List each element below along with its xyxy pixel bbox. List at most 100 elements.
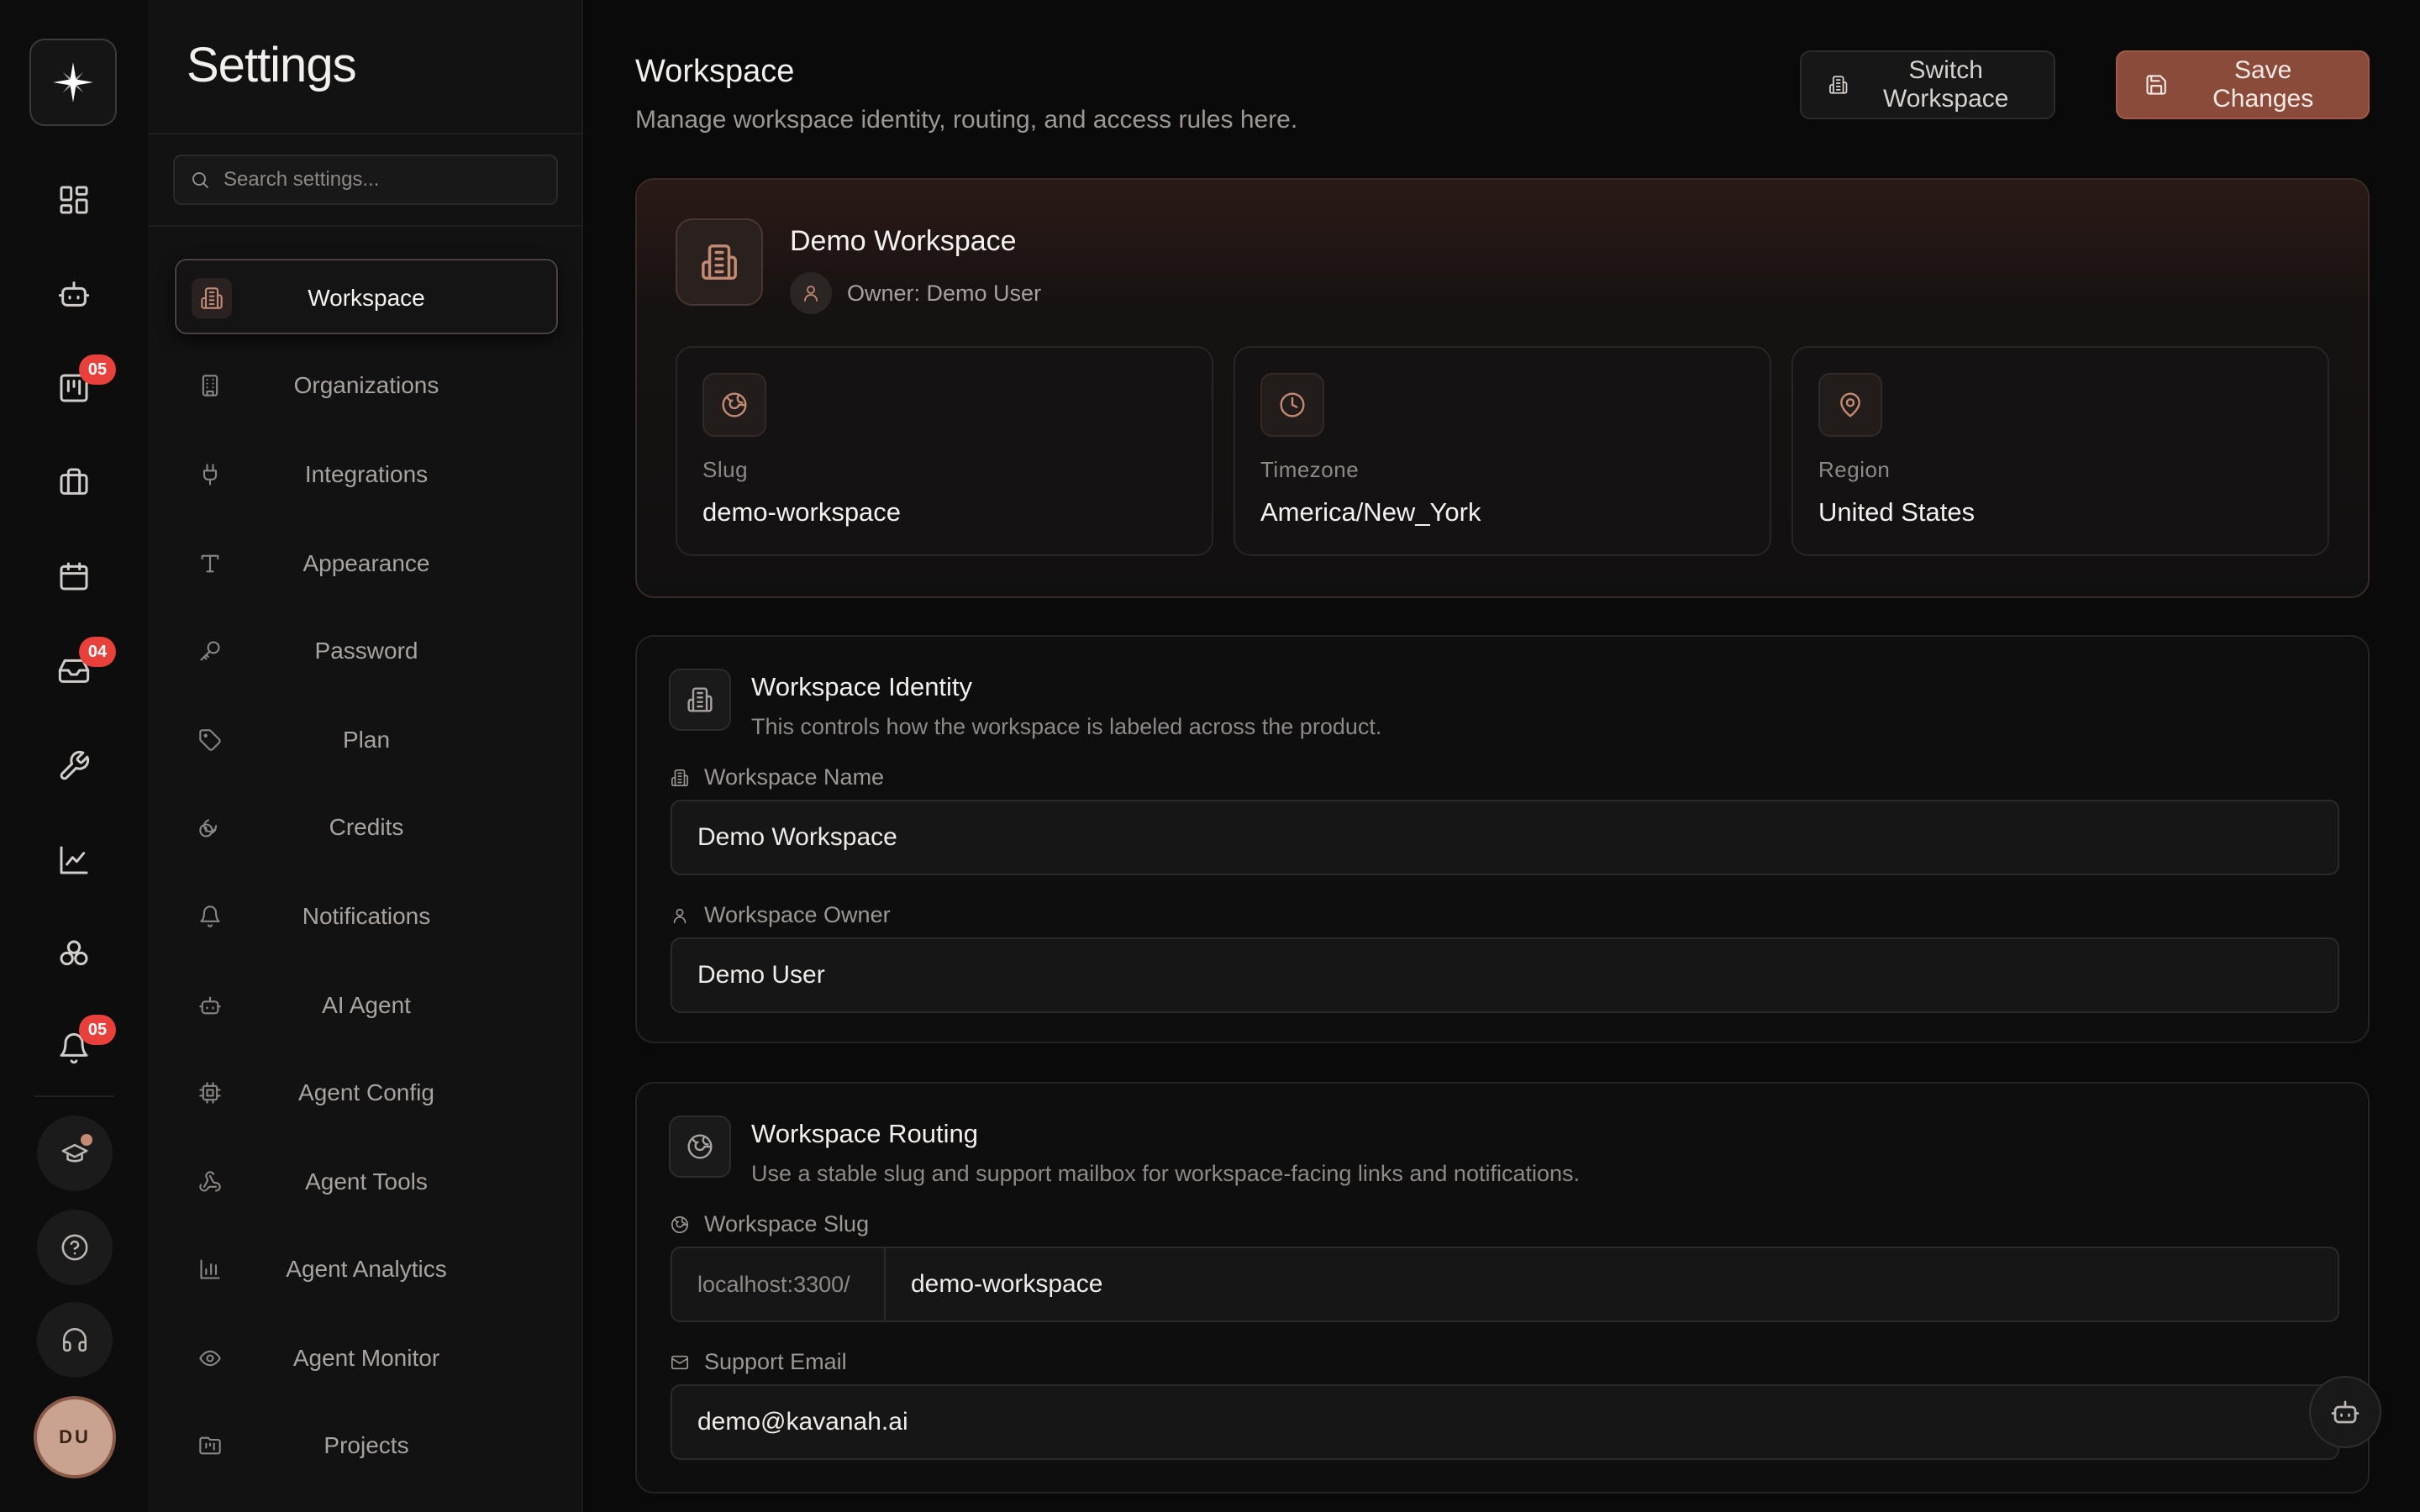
sidebar-divider [148, 133, 583, 134]
stat-label: Timezone [1260, 457, 1360, 482]
switch-workspace-button[interactable]: Switch Workspace [1800, 50, 2055, 119]
rail-analytics[interactable] [40, 827, 108, 894]
stat-value: demo-workspace [702, 497, 902, 527]
rail-integrations[interactable] [40, 921, 108, 988]
owner-avatar [790, 272, 832, 314]
stat-label: Slug [702, 457, 749, 482]
workspace-name-label: Workspace Name [671, 764, 884, 790]
building-icon [671, 769, 688, 786]
dashboard-icon [60, 186, 88, 214]
sidebar-item-projects[interactable]: Projects [175, 1408, 558, 1483]
rail-briefcase[interactable] [40, 449, 108, 516]
line-chart-icon [60, 846, 88, 874]
stat-label: Region [1818, 457, 1891, 482]
sidebar-item-plan[interactable]: Plan [175, 702, 558, 778]
search-input[interactable] [224, 168, 543, 192]
settings-search[interactable] [173, 155, 558, 205]
app-logo[interactable] [29, 39, 117, 126]
support-email-field[interactable] [671, 1384, 2339, 1460]
save-changes-button[interactable]: Save Changes [2116, 50, 2370, 119]
sidebar-item-workspace[interactable]: Workspace [175, 259, 558, 334]
workspace-name-input[interactable] [672, 801, 2338, 874]
section-icon [669, 1116, 731, 1178]
page-title: Workspace [635, 54, 795, 89]
sidebar-item-password[interactable]: Password [175, 613, 558, 689]
sidebar-item-label: Password [314, 638, 418, 664]
help-circle-icon [61, 1234, 88, 1261]
workspace-name-field[interactable] [671, 800, 2339, 875]
stat-card-region: Region United States [1791, 346, 2329, 556]
user-avatar[interactable]: DU [34, 1396, 116, 1478]
sidebar-item-appearance[interactable]: Appearance [175, 526, 558, 601]
sparkle-logo-icon [53, 62, 93, 102]
briefcase-icon [60, 468, 88, 495]
slug-prefix: localhost:3300/ [672, 1248, 886, 1320]
rail-help[interactable] [37, 1210, 113, 1285]
rail-support[interactable] [37, 1302, 113, 1378]
clock-icon [1280, 392, 1305, 417]
sidebar-item-label: Agent Tools [305, 1168, 428, 1194]
rail-tools[interactable] [40, 732, 108, 800]
sidebar-title: Settings [187, 38, 357, 92]
sidebar-item-agent-config[interactable]: Agent Config [175, 1055, 558, 1131]
sidebar-item-agent-analytics[interactable]: Agent Analytics [175, 1231, 558, 1307]
section-description: This controls how the workspace is label… [751, 714, 1382, 739]
projects-badge: 05 [79, 354, 116, 385]
sidebar-item-organizations[interactable]: Organizations [175, 348, 558, 423]
user-icon [673, 908, 687, 923]
support-email-label: Support Email [671, 1349, 847, 1375]
stat-card-timezone: Timezone America/New_York [1234, 346, 1771, 556]
icon-rail: 05 04 05 DU [0, 0, 148, 1512]
sidebar-divider [148, 225, 583, 227]
rail-calendar[interactable] [40, 543, 108, 610]
workspace-identity-card: Workspace Identity This controls how the… [635, 635, 2370, 1043]
section-title: Workspace Identity [751, 672, 973, 701]
globe-icon [671, 1215, 688, 1233]
stat-card-slug: Slug demo-workspace [676, 346, 1213, 556]
workspace-owner-input[interactable] [672, 939, 2338, 1011]
workspace-avatar [676, 218, 763, 306]
workspace-slug-field[interactable]: localhost:3300/ [671, 1247, 2339, 1322]
workspace-owner-field[interactable] [671, 937, 2339, 1013]
sidebar-item-ai-agent[interactable]: AI Agent [175, 968, 558, 1043]
mail-icon [671, 1355, 688, 1369]
save-icon [2146, 75, 2166, 95]
rail-projects[interactable]: 05 [40, 354, 116, 422]
rail-divider [34, 1095, 114, 1097]
rail-agent[interactable] [40, 260, 108, 328]
sidebar-item-notifications[interactable]: Notifications [175, 879, 558, 954]
switch-workspace-label: Switch Workspace [1882, 56, 2009, 113]
sidebar-item-label: Integrations [304, 461, 429, 487]
rail-learn[interactable] [37, 1116, 113, 1191]
building-icon [1829, 76, 1848, 94]
learn-dot [81, 1134, 92, 1146]
notifications-badge: 05 [79, 1015, 116, 1045]
sidebar-item-agent-monitor[interactable]: Agent Monitor [175, 1320, 558, 1396]
rail-notifications[interactable]: 05 [40, 1015, 116, 1082]
search-icon [192, 172, 208, 188]
workspace-owner: Owner: Demo User [790, 272, 1041, 314]
sidebar-item-label: Notifications [302, 903, 431, 929]
sidebar-item-label: Plan [342, 727, 391, 753]
assistant-fab[interactable] [2309, 1376, 2381, 1448]
building-icon [702, 244, 737, 280]
sidebar-item-label: Organizations [293, 372, 439, 398]
support-email-input[interactable] [672, 1386, 2338, 1458]
page-subtitle: Manage workspace identity, routing, and … [635, 106, 1298, 134]
map-pin-icon [1840, 392, 1860, 417]
rail-inbox[interactable]: 04 [40, 637, 116, 704]
rail-dashboard[interactable] [40, 166, 108, 234]
headphones-icon [62, 1327, 87, 1352]
save-changes-label: Save Changes [2212, 56, 2314, 113]
globe-icon [687, 1134, 713, 1159]
sidebar-item-agent-tools[interactable]: Agent Tools [175, 1144, 558, 1220]
sidebar-item-credits[interactable]: Credits [175, 790, 558, 865]
building-icon [687, 687, 713, 712]
bot-icon [58, 281, 90, 307]
workspace-owner-label: Workspace Owner [671, 902, 891, 928]
sidebar-item-integrations[interactable]: Integrations [175, 437, 558, 512]
stat-value: America/New_York [1260, 497, 1481, 527]
workspace-name: Demo Workspace [790, 225, 1017, 257]
workspace-slug-input[interactable] [886, 1248, 2338, 1320]
user-icon [804, 286, 818, 302]
